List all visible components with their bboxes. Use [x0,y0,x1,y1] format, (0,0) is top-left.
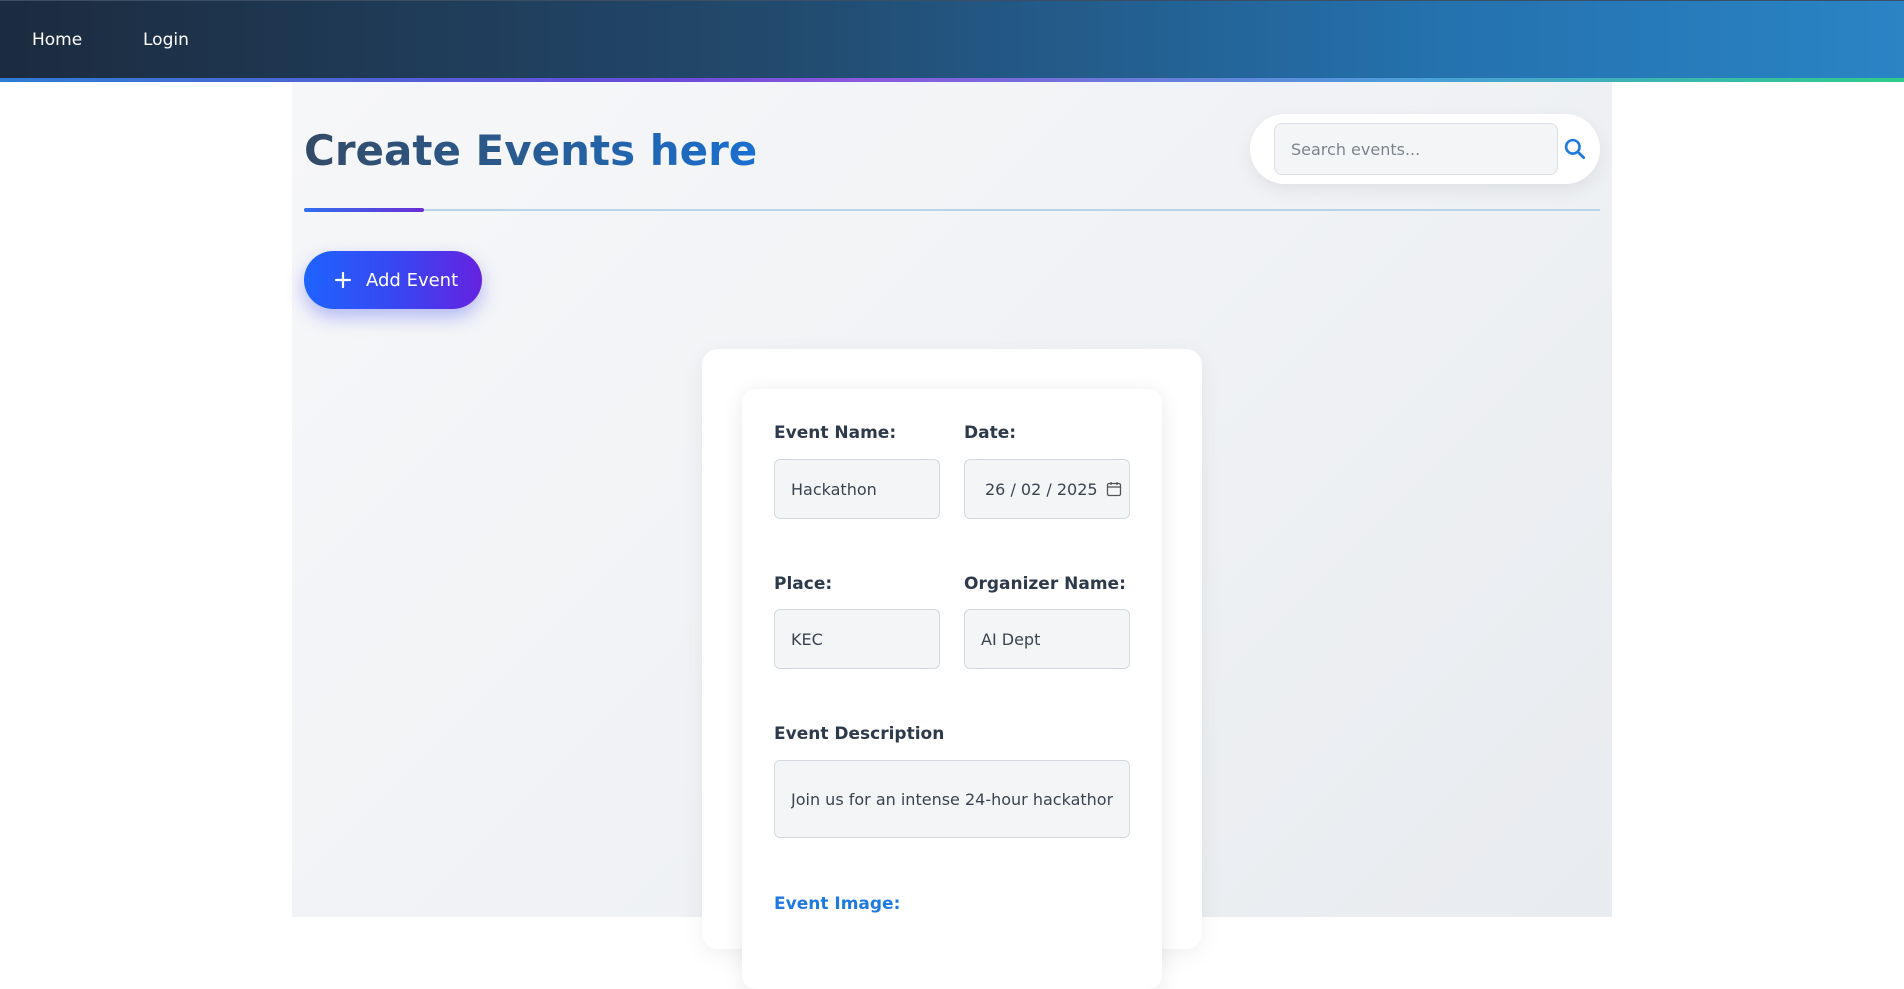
organizer-input[interactable] [964,609,1130,669]
event-name-input[interactable] [774,459,940,519]
search-icon[interactable] [1562,136,1588,162]
title-divider-accent [304,208,424,212]
main-content: Create Events here Add Event Event Name:… [292,82,1612,989]
page-title: Create Events here [304,126,758,175]
event-name-label: Event Name: [774,423,897,443]
place-label: Place: [774,574,833,594]
nav-login-link[interactable]: Login [143,30,189,50]
description-input[interactable] [774,760,1130,838]
event-form: Event Name: Date: 26 / 02 / 2025 Place: … [742,389,1162,989]
description-label: Event Description [774,724,945,744]
top-navbar: Home Login [0,0,1904,78]
add-event-label: Add Event [366,269,459,291]
add-event-button[interactable]: Add Event [304,251,482,309]
organizer-label: Organizer Name: [964,574,1126,594]
title-divider [304,209,1600,211]
search-bar [1250,114,1600,184]
place-input[interactable] [774,609,940,669]
date-value: 26 / 02 / 2025 [985,479,1098,499]
nav-home-link[interactable]: Home [32,30,82,50]
calendar-icon[interactable] [1106,481,1122,497]
date-label: Date: [964,423,1017,443]
plus-icon [334,271,352,289]
event-form-wrapper: Event Name: Date: 26 / 02 / 2025 Place: … [702,349,1202,989]
event-image-label: Event Image: [774,894,901,914]
search-input[interactable] [1274,123,1558,175]
date-input[interactable]: 26 / 02 / 2025 [964,459,1130,519]
